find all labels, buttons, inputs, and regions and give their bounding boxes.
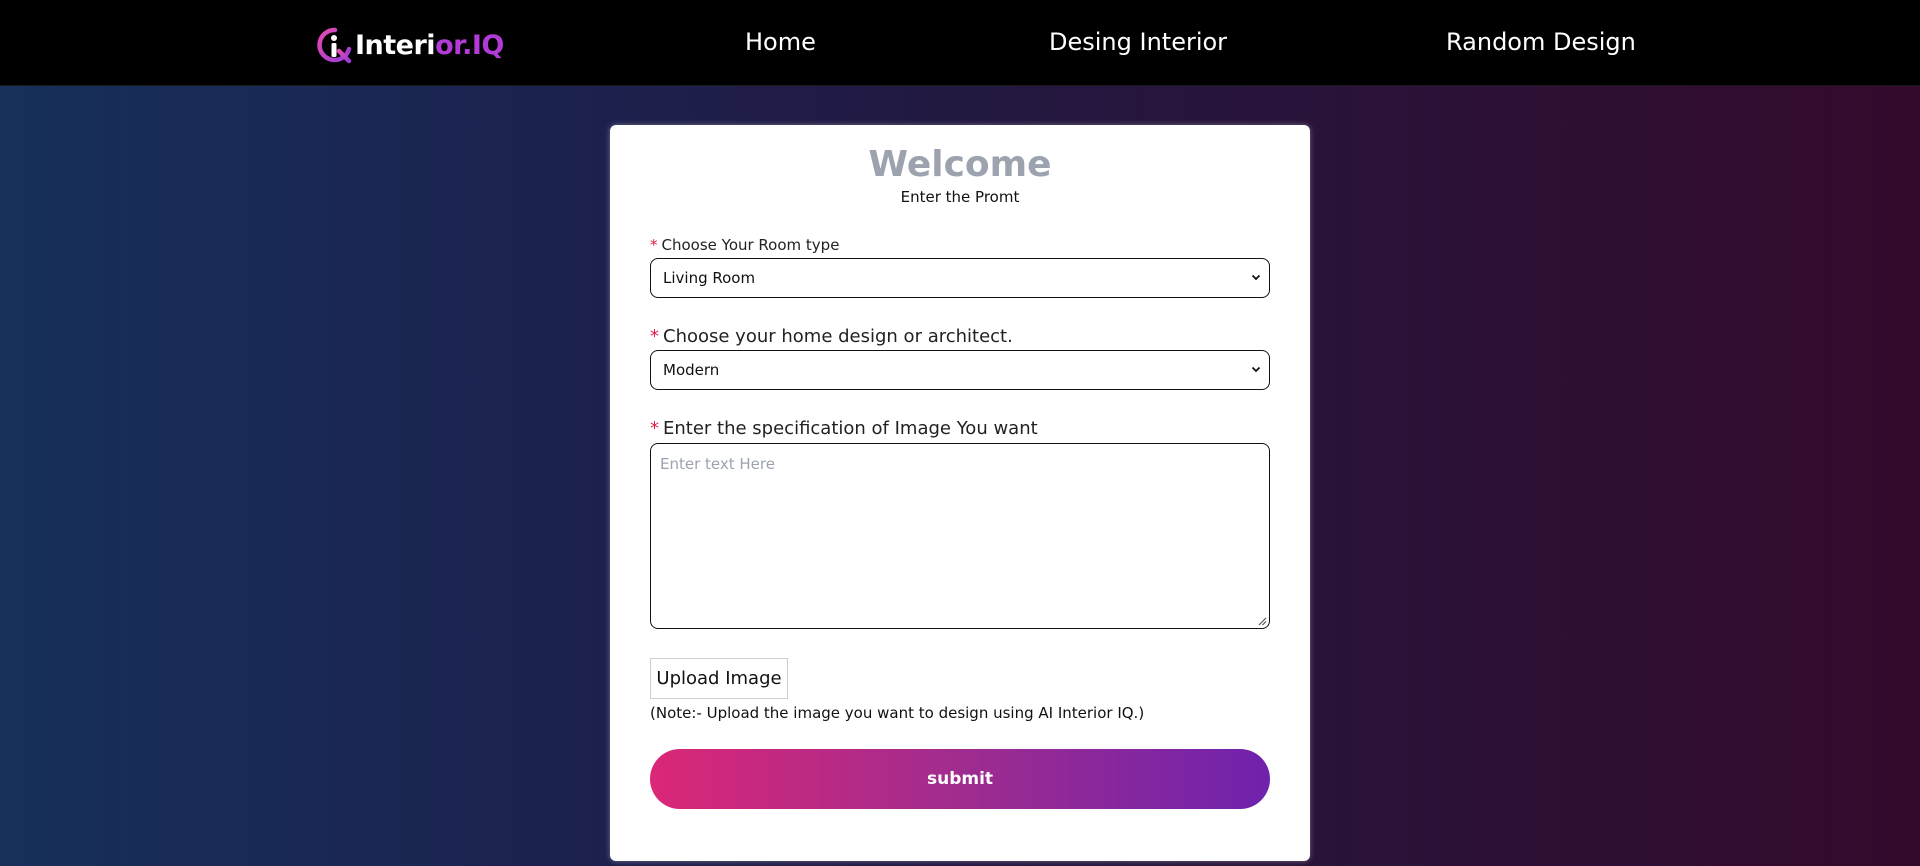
logo[interactable]: Interior.IQ: [315, 25, 504, 65]
logo-text: Interior.IQ: [355, 29, 504, 61]
specification-placeholder: Enter text Here: [660, 455, 775, 473]
design-select[interactable]: Modern: [650, 350, 1270, 390]
nav-link-home[interactable]: Home: [745, 28, 816, 56]
form-title: Welcome: [868, 144, 1052, 185]
navbar: Interior.IQ Home Desing Interior Random …: [0, 0, 1920, 86]
required-marker: *: [650, 418, 659, 439]
nav-link-design-interior[interactable]: Desing Interior: [1049, 28, 1227, 56]
specification-textarea[interactable]: Enter text Here: [650, 443, 1270, 629]
prompt-form-card: Welcome Enter the Promt * Choose Your Roo…: [610, 125, 1310, 861]
design-value: Modern: [663, 361, 720, 379]
room-type-label: * Choose Your Room type: [650, 236, 840, 254]
chevron-down-icon: [1251, 366, 1261, 373]
design-label: * Choose your home design or architect.: [650, 326, 1013, 347]
room-type-select[interactable]: Living Room: [650, 258, 1270, 298]
form-subtitle: Enter the Promt: [900, 188, 1020, 206]
interior-iq-logo-icon: [317, 27, 352, 64]
upload-image-button[interactable]: Upload Image: [650, 658, 788, 699]
nav-link-random-design[interactable]: Random Design: [1446, 28, 1636, 56]
room-type-value: Living Room: [663, 269, 756, 287]
required-marker: *: [650, 326, 659, 347]
resize-handle-icon[interactable]: [1257, 616, 1267, 626]
submit-button[interactable]: submit: [650, 749, 1270, 809]
upload-note: (Note:- Upload the image you want to des…: [650, 704, 1145, 722]
specification-label: * Enter the specification of Image You wa…: [650, 418, 1038, 439]
required-marker: *: [650, 236, 658, 254]
chevron-down-icon: [1251, 274, 1261, 281]
